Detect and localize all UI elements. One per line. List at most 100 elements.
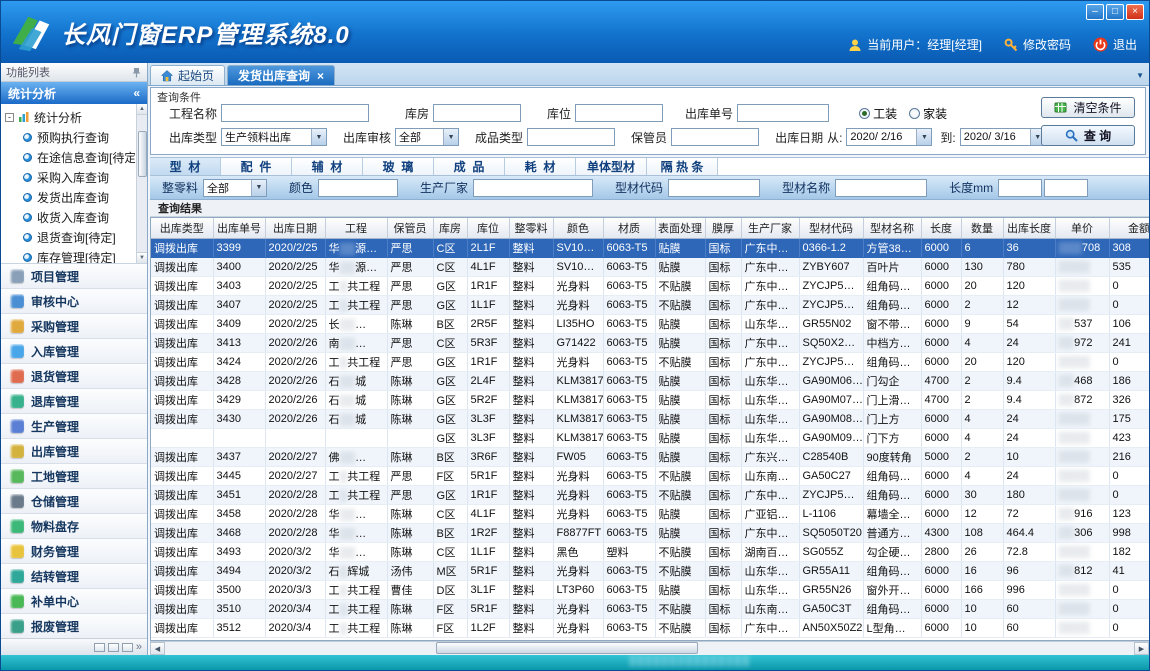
close-button[interactable]: ×	[1126, 4, 1144, 20]
tree-scrollbar[interactable]: ▲ ▼	[136, 104, 147, 263]
material-tab-5[interactable]: 成 品	[434, 158, 505, 175]
table-row[interactable]: 调拨出库34002020/2/25华▒▒源…严思C区4L1F整料SV10…606…	[151, 257, 1149, 276]
table-row[interactable]: 调拨出库35122020/3/4工▒共工程陈琳F区1L2F整料光身料6063-T…	[151, 618, 1149, 637]
sidebar-item-audit[interactable]: 审核中心	[1, 289, 147, 314]
table-row[interactable]: 调拨出库34072020/2/25工▒共工程严思G区1L1F整料光身料6063-…	[151, 295, 1149, 314]
tree-item[interactable]: 采购入库查询	[5, 167, 135, 187]
dock-panel-icon[interactable]	[108, 643, 119, 652]
tab-overflow-icon[interactable]: ▼	[1136, 71, 1144, 80]
profile-name-input[interactable]	[835, 179, 927, 197]
table-row[interactable]: 调拨出库34282020/2/26石▒▒城陈琳G区2L4F整料KLM381760…	[151, 371, 1149, 390]
column-header-4[interactable]: 工程	[325, 218, 387, 238]
table-row[interactable]: 调拨出库35002020/3/3工▒共工程曹佳D区3L1F整料LT3P60606…	[151, 580, 1149, 599]
tree-item[interactable]: 库存管理[待定]	[5, 247, 135, 264]
radio-gongzhuang[interactable]: 工装	[859, 105, 897, 122]
material-tab-7[interactable]: 单体型材	[576, 158, 647, 175]
length-min-input[interactable]	[998, 179, 1042, 197]
scroll-left-icon[interactable]: ◀	[150, 642, 165, 655]
sidebar-group-statistics[interactable]: 统计分析 «	[1, 82, 147, 104]
profile-code-input[interactable]	[668, 179, 760, 197]
sidebar-item-supplement[interactable]: 补单中心	[1, 589, 147, 614]
clear-conditions-button[interactable]: 清空条件	[1041, 97, 1135, 118]
sidebar-item-warehouse[interactable]: 仓储管理	[1, 489, 147, 514]
date-from-picker[interactable]: 2020/ 2/16 ▼	[846, 128, 932, 146]
tree-item[interactable]: 收货入库查询	[5, 207, 135, 227]
sidebar-item-purchase[interactable]: 采购管理	[1, 314, 147, 339]
sidebar-item-site[interactable]: 工地管理	[1, 464, 147, 489]
scroll-down-icon[interactable]: ▼	[137, 252, 147, 263]
table-row[interactable]: 调拨出库34032020/2/25工▒共工程严思G区1R1F整料光身料6063-…	[151, 276, 1149, 295]
change-password-link[interactable]: 修改密码	[1023, 36, 1071, 53]
location-input[interactable]	[575, 104, 663, 122]
table-row[interactable]: 调拨出库35102020/3/4工▒共工程陈琳F区5R1F整料光身料6063-T…	[151, 599, 1149, 618]
scroll-right-icon[interactable]: ▶	[1134, 642, 1149, 655]
material-tab-8[interactable]: 隔 热 条	[647, 158, 718, 175]
table-row[interactable]: G区3L3F整料KLM38176063-T5贴膜国标山东华…GA90M09…门下…	[151, 428, 1149, 447]
column-header-3[interactable]: 出库日期	[265, 218, 325, 238]
product-type-input[interactable]	[527, 128, 615, 146]
table-row[interactable]: 调拨出库34512020/2/28工▒共工程严思G区1R1F整料光身料6063-…	[151, 485, 1149, 504]
table-row[interactable]: 调拨出库34932020/3/2华▒▒…陈琳C区1L1F整料黑色塑料不贴膜国标湖…	[151, 542, 1149, 561]
date-to-picker[interactable]: 2020/ 3/16 ▼	[960, 128, 1046, 146]
order-no-input[interactable]	[737, 104, 829, 122]
column-header-11[interactable]: 表面处理	[655, 218, 705, 238]
scroll-up-icon[interactable]: ▲	[137, 104, 147, 115]
tab-start-page[interactable]: 起始页	[150, 65, 225, 85]
keeper-input[interactable]	[671, 128, 759, 146]
material-tab-1[interactable]: 型 材	[150, 158, 221, 175]
column-header-12[interactable]: 膜厚	[705, 218, 741, 238]
tree-item[interactable]: 在途信息查询[待定]	[5, 147, 135, 167]
column-header-9[interactable]: 颜色	[553, 218, 603, 238]
column-header-13[interactable]: 生产厂家	[741, 218, 799, 238]
table-row[interactable]: 调拨出库34452020/2/27工▒共工程严思F区5R1F整料光身料6063-…	[151, 466, 1149, 485]
sidebar-item-return-goods[interactable]: 退货管理	[1, 364, 147, 389]
material-tab-3[interactable]: 辅 材	[292, 158, 363, 175]
maximize-button[interactable]: □	[1106, 4, 1124, 20]
material-tab-6[interactable]: 耗 材	[505, 158, 576, 175]
collapse-icon[interactable]: «	[133, 86, 140, 100]
out-type-select[interactable]: 生产领料出库 ▼	[221, 128, 327, 146]
sidebar-item-carryover[interactable]: 结转管理	[1, 564, 147, 589]
manufacturer-input[interactable]	[473, 179, 593, 197]
tree-item[interactable]: 发货出库查询	[5, 187, 135, 207]
tree-toggle-icon[interactable]: -	[5, 113, 14, 122]
material-tab-4[interactable]: 玻 璃	[363, 158, 434, 175]
sidebar-item-project[interactable]: 项目管理	[1, 264, 147, 289]
table-row[interactable]: 调拨出库34242020/2/26工▒共工程严思G区1R1F整料光身料6063-…	[151, 352, 1149, 371]
column-header-5[interactable]: 保管员	[387, 218, 433, 238]
length-max-input[interactable]	[1044, 179, 1088, 197]
column-header-8[interactable]: 整零料	[509, 218, 553, 238]
column-header-20[interactable]: 金额	[1109, 218, 1149, 238]
column-header-16[interactable]: 长度	[921, 218, 961, 238]
scrollbar-thumb[interactable]	[138, 131, 147, 177]
minimize-button[interactable]: –	[1086, 4, 1104, 20]
sidebar-item-scrap[interactable]: 报废管理	[1, 614, 147, 638]
material-tab-2[interactable]: 配 件	[221, 158, 292, 175]
horizontal-scrollbar[interactable]: ◀ ▶	[150, 641, 1149, 655]
table-row[interactable]: 调拨出库34942020/3/2石▒辉城汤伟M区5R1F整料光身料6063-T5…	[151, 561, 1149, 580]
tree-item[interactable]: 预购执行查询	[5, 127, 135, 147]
table-row[interactable]: 调拨出库34302020/2/26石▒▒城陈琳G区3L3F整料KLM381760…	[151, 409, 1149, 428]
column-header-17[interactable]: 数量	[961, 218, 1003, 238]
project-name-input[interactable]	[221, 104, 369, 122]
audit-select[interactable]: 全部 ▼	[395, 128, 459, 146]
table-row[interactable]: 调拨出库34092020/2/25长▒▒…陈琳B区2R5F整料LI35HO606…	[151, 314, 1149, 333]
whole-material-select[interactable]: 全部 ▼	[203, 179, 267, 197]
table-row[interactable]: 调拨出库33992020/2/25华▒▒源…严思C区2L1F整料SV10…606…	[151, 238, 1149, 257]
column-header-2[interactable]: 出库单号	[213, 218, 265, 238]
sidebar-item-outbound[interactable]: 出库管理	[1, 439, 147, 464]
search-button[interactable]: 查 询	[1041, 125, 1135, 146]
table-row[interactable]: 调拨出库34682020/2/28华▒▒…陈琳B区1R2F整料F8877FT60…	[151, 523, 1149, 542]
column-header-18[interactable]: 出库长度	[1003, 218, 1055, 238]
dock-layout-icon[interactable]	[94, 643, 105, 652]
tab-shipment-outbound-query[interactable]: 发货出库查询 ×	[227, 65, 335, 85]
column-header-6[interactable]: 库房	[433, 218, 467, 238]
scrollbar-thumb[interactable]	[436, 642, 698, 654]
dock-window-icon[interactable]	[122, 643, 133, 652]
pin-icon[interactable]	[131, 67, 142, 78]
sidebar-item-production[interactable]: 生产管理	[1, 414, 147, 439]
column-header-14[interactable]: 型材代码	[799, 218, 863, 238]
logout-button[interactable]: 退出	[1113, 36, 1137, 53]
column-header-7[interactable]: 库位	[467, 218, 509, 238]
table-row[interactable]: 调拨出库34132020/2/26南▒▒…严思C区5R3F整料G71422606…	[151, 333, 1149, 352]
